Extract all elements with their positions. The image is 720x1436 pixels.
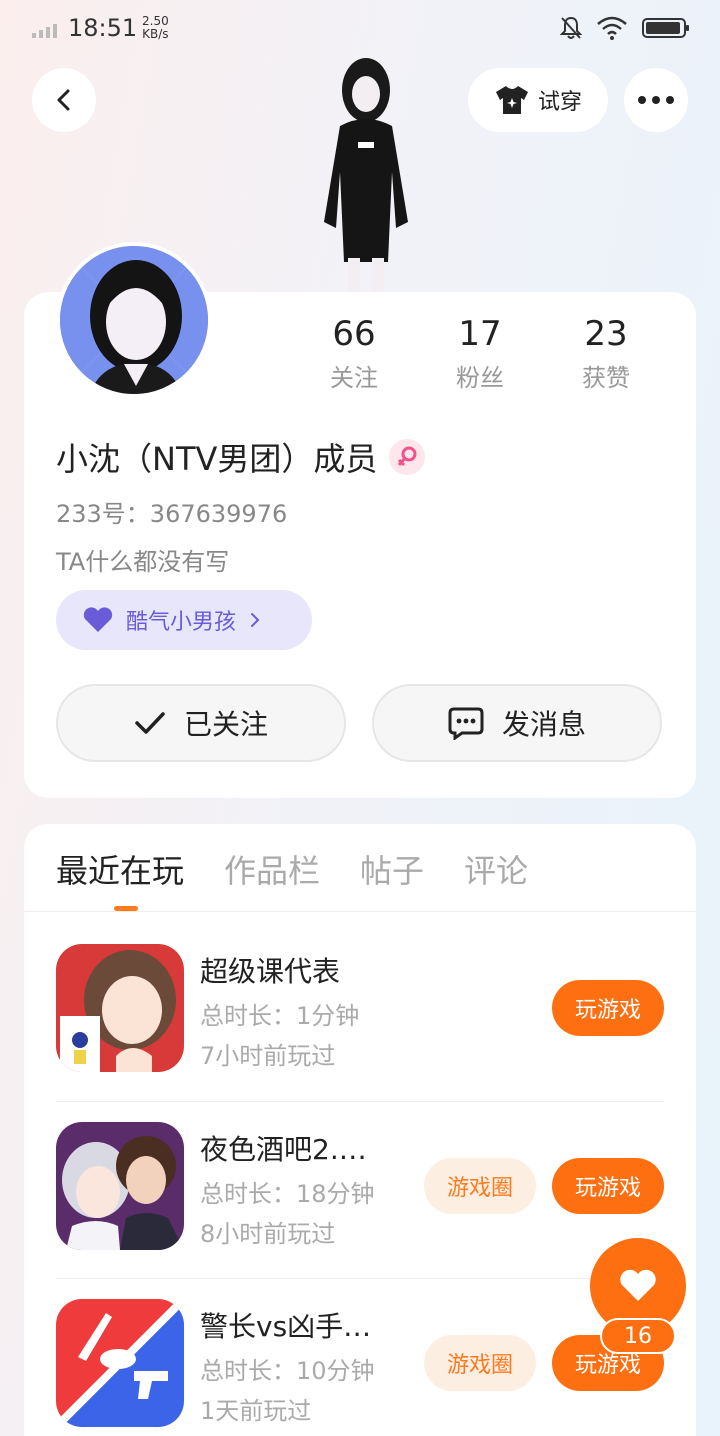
game-name: 超级课代表: [200, 955, 341, 988]
play-game-button[interactable]: 玩游戏: [552, 980, 664, 1036]
status-bar: 18:51 2.50 KB/s: [0, 0, 720, 60]
avatar[interactable]: [56, 242, 212, 398]
tab-works[interactable]: 作品栏: [224, 846, 320, 892]
game-icon: [56, 1299, 184, 1427]
back-button[interactable]: [32, 68, 96, 132]
user-id: 233号：367639976: [56, 500, 288, 528]
game-circle-button[interactable]: 游戏圈: [424, 1158, 536, 1214]
signal-icon: [32, 24, 57, 38]
send-message-button[interactable]: 发消息: [372, 684, 662, 762]
stat-following[interactable]: 66 关注: [304, 312, 404, 393]
game-last-played: 8小时前玩过: [200, 1220, 336, 1248]
game-circle-button[interactable]: 游戏圈: [424, 1335, 536, 1391]
avatar-figure: [296, 52, 426, 292]
followed-button[interactable]: 已关注: [56, 684, 346, 762]
check-icon: [135, 712, 165, 734]
clock: 18:51: [68, 14, 138, 42]
game-row[interactable]: 夜色酒吧2.… 总时长：18分钟 8小时前玩过 游戏圈 玩游戏: [56, 1101, 664, 1277]
tab-comments[interactable]: 评论: [464, 846, 528, 892]
tab-posts[interactable]: 帖子: [360, 846, 424, 892]
nickname: 小沈（NTV男团）成员: [56, 434, 426, 480]
game-icon: [56, 944, 184, 1072]
mute-bell-icon: [560, 16, 582, 39]
tab-recently-played[interactable]: 最近在玩: [56, 846, 184, 892]
bio: TA什么都没有写: [56, 548, 230, 576]
game-last-played: 7小时前玩过: [200, 1042, 336, 1070]
game-icon: [56, 1122, 184, 1250]
stat-likes[interactable]: 23 获赞: [556, 312, 656, 393]
wifi-icon: [597, 16, 627, 40]
game-last-played: 1天前玩过: [200, 1397, 312, 1425]
game-duration: 总时长：18分钟: [200, 1180, 375, 1208]
try-on-button[interactable]: 试穿: [468, 68, 608, 132]
game-duration: 总时长：1分钟: [200, 1002, 360, 1030]
divider: [24, 911, 696, 912]
tag-label: 酷气小男孩: [126, 610, 237, 635]
stat-fans[interactable]: 17 粉丝: [430, 312, 530, 393]
battery-icon: [642, 18, 689, 38]
game-row[interactable]: 警长vs凶手… 总时长：10分钟 1天前玩过 游戏圈 玩游戏: [56, 1278, 664, 1436]
chevron-right-icon: [251, 613, 260, 627]
female-icon: [389, 439, 426, 475]
game-name: 夜色酒吧2.…: [200, 1133, 367, 1166]
game-row[interactable]: 超级课代表 总时长：1分钟 7小时前玩过 玩游戏: [56, 924, 664, 1100]
personality-tag[interactable]: 酷气小男孩: [56, 590, 312, 650]
chat-bubble-icon: [448, 707, 484, 740]
heart-icon: [83, 607, 113, 632]
network-speed: 2.50 KB/s: [142, 14, 169, 41]
try-on-label: 试穿: [537, 90, 582, 115]
tab-bar: 最近在玩 作品栏 帖子 评论: [56, 846, 528, 892]
like-count: 16: [600, 1318, 676, 1354]
play-game-button[interactable]: 玩游戏: [552, 1158, 664, 1214]
tshirt-icon: [495, 86, 528, 114]
more-button[interactable]: [624, 68, 688, 132]
more-dots-icon: [638, 96, 674, 104]
profile-stats: 66 关注 17 粉丝 23 获赞: [304, 312, 656, 393]
game-duration: 总时长：10分钟: [200, 1357, 375, 1385]
chevron-left-icon: [57, 89, 70, 111]
games-card: 最近在玩 作品栏 帖子 评论 超级课代表 总时长：1分钟 7小时前玩过 玩游戏: [24, 824, 696, 1436]
heart-icon: [620, 1269, 656, 1301]
game-name: 警长vs凶手…: [200, 1310, 372, 1343]
